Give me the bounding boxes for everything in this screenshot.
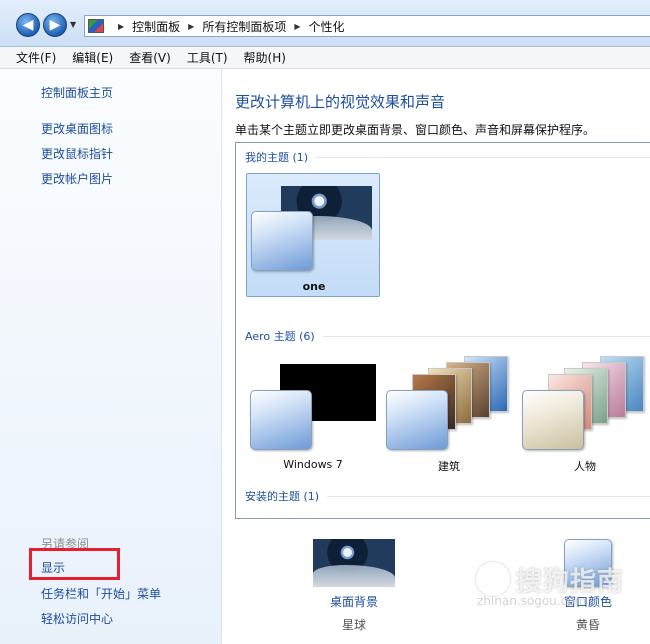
chevron-right-icon[interactable]: ▶ [118, 22, 124, 31]
desktop-background-thumbnail [313, 539, 395, 587]
page-subtitle: 单击某个主题立即更改桌面背景、窗口颜色、声音和屏幕保护程序。 [235, 123, 596, 137]
highlight-annotation [29, 548, 120, 580]
theme-architecture-color-swatch [386, 390, 448, 450]
group-aero-themes: Aero 主题 (6) [245, 328, 650, 344]
chevron-right-icon[interactable]: ▶ [188, 22, 194, 31]
theme-windows7-label: Windows 7 [283, 458, 343, 471]
theme-people-label: 人物 [574, 460, 596, 473]
forward-button[interactable]: ▶ [43, 13, 67, 37]
theme-windows7[interactable]: Windows 7 [246, 352, 380, 476]
sidebar-link-desktop-icons[interactable]: 更改桌面图标 [41, 120, 113, 137]
page-title: 更改计算机上的视觉效果和声音 [235, 93, 446, 111]
menu-file[interactable]: 文件(F) [16, 49, 56, 66]
back-button[interactable]: ◀ [16, 13, 40, 37]
menu-edit[interactable]: 编辑(E) [72, 49, 113, 66]
group-my-themes-label: 我的主题 (1) [245, 151, 309, 164]
breadcrumb[interactable]: ▶ 控制面板 ▶ 所有控制面板项 ▶ 个性化 [84, 15, 650, 37]
watermark-logo-icon [476, 562, 510, 596]
sidebar-link-account-picture[interactable]: 更改帐户图片 [41, 170, 113, 187]
theme-people-color-swatch [522, 390, 584, 450]
theme-architecture[interactable]: 建筑 [382, 352, 516, 476]
control-panel-icon [88, 19, 104, 33]
window-color-value: 黄昏 [575, 618, 600, 632]
back-arrow-icon: ◀ [22, 17, 34, 33]
group-installed-themes-label: 安装的主题 (1) [245, 490, 320, 503]
menu-view[interactable]: 查看(V) [129, 49, 171, 66]
theme-one[interactable]: one [246, 173, 380, 297]
chevron-right-icon[interactable]: ▶ [294, 22, 300, 31]
theme-one-color-swatch [251, 211, 313, 271]
group-aero-themes-label: Aero 主题 (6) [245, 330, 315, 343]
forward-arrow-icon: ▶ [49, 17, 61, 33]
desktop-background-label: 桌面背景 [329, 595, 378, 609]
address-bar: ◀ ▶ ▼ ▶ 控制面板 ▶ 所有控制面板项 ▶ 个性化 [0, 0, 650, 47]
theme-one-label: one [302, 280, 326, 293]
menu-tools[interactable]: 工具(T) [187, 49, 228, 66]
breadcrumb-personalization[interactable]: 个性化 [309, 18, 345, 35]
sidebar-link-mouse-pointer[interactable]: 更改鼠标指针 [41, 145, 113, 162]
theme-architecture-label: 建筑 [438, 460, 460, 473]
desktop-background-value: 星球 [341, 618, 366, 632]
main-content: 更改计算机上的视觉效果和声音 单击某个主题立即更改桌面背景、窗口颜色、声音和屏幕… [222, 69, 650, 644]
breadcrumb-control-panel[interactable]: 控制面板 [132, 18, 180, 35]
watermark-url: zhinan.sogou.com [477, 594, 587, 608]
menu-help[interactable]: 帮助(H) [244, 49, 286, 66]
recent-pages-dropdown-icon[interactable]: ▼ [70, 20, 76, 29]
group-installed-themes: 安装的主题 (1) [245, 488, 650, 504]
breadcrumb-all-items[interactable]: 所有控制面板项 [202, 18, 286, 35]
sidebar-link-home[interactable]: 控制面板主页 [41, 84, 113, 101]
theme-windows7-color-swatch [250, 390, 312, 450]
sidebar-link-ease-of-access[interactable]: 轻松访问中心 [41, 610, 113, 627]
menu-bar: 文件(F) 编辑(E) 查看(V) 工具(T) 帮助(H) [0, 47, 650, 69]
watermark-text: 搜狗指南 [516, 567, 625, 597]
group-my-themes: 我的主题 (1) [245, 149, 650, 165]
desktop-background-option[interactable]: 桌面背景 星球 [304, 539, 404, 633]
theme-list[interactable]: 我的主题 (1) one Aero 主题 (6) Windows 7 建筑 人物… [235, 142, 650, 519]
sidebar-link-taskbar[interactable]: 任务栏和「开始」菜单 [41, 585, 161, 602]
theme-people[interactable]: 人物 [518, 352, 650, 476]
